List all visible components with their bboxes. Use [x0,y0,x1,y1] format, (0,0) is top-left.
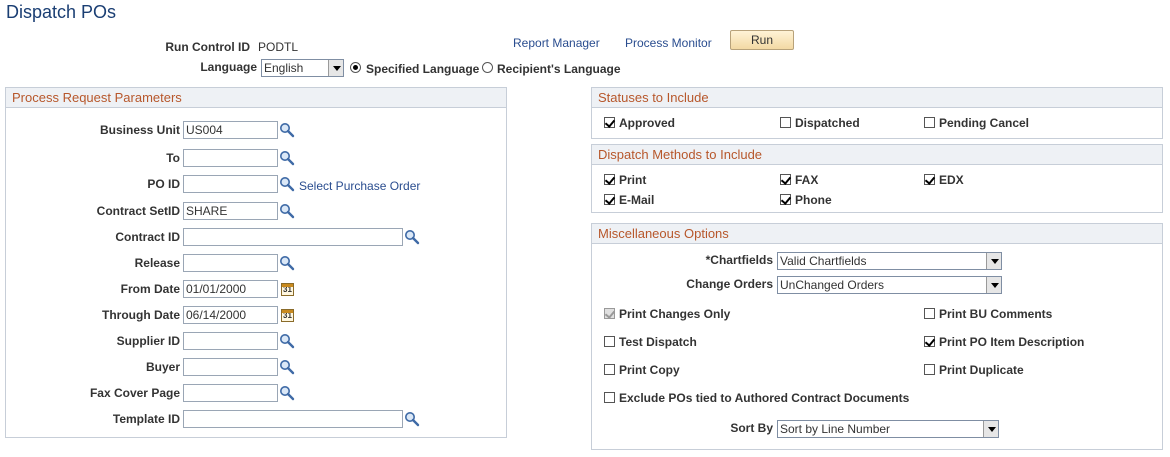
print-duplicate-label: Print Duplicate [939,363,1024,377]
pending-cancel-label: Pending Cancel [939,116,1030,130]
print-label: Print [619,173,647,187]
from-date-input[interactable]: 01/01/2000 [183,280,278,298]
phone-checkbox[interactable] [780,194,791,205]
run-button[interactable]: Run [730,30,794,50]
print-po-item-description-checkbox[interactable] [924,336,935,347]
language-select[interactable]: English [261,59,344,77]
fax-label: FAX [795,173,819,187]
print-copy-label: Print Copy [619,363,680,377]
recipient-language-radio[interactable] [482,62,493,73]
chartfields-select-value: Valid Chartfields [780,254,867,268]
language-label: Language [200,60,257,74]
edx-checkbox[interactable] [924,174,935,185]
contract-id-label: Contract ID [115,230,180,244]
dispatch-methods-group: Dispatch Methods to Include [591,144,1163,213]
through-date-label: Through Date [102,308,180,322]
sort-by-select-value: Sort by Line Number [780,422,891,436]
chevron-down-icon [328,60,343,76]
dispatch-methods-title: Dispatch Methods to Include [592,145,1162,165]
print-checkbox[interactable] [604,174,615,185]
edx-label: EDX [939,173,964,187]
run-control-label: Run Control ID [165,40,250,54]
magnifier-icon[interactable] [404,411,420,427]
magnifier-icon[interactable] [279,150,295,166]
print-changes-only-label: Print Changes Only [619,307,731,321]
page-title: Dispatch POs [6,2,117,22]
supplier-id-input[interactable] [183,332,278,350]
statuses-title: Statuses to Include [592,88,1162,108]
dispatched-label: Dispatched [795,116,860,130]
change-orders-select[interactable]: UnChanged Orders [777,276,1002,294]
business-unit-label: Business Unit [99,123,180,137]
buyer-input[interactable] [183,358,278,376]
change-orders-label: Change Orders [686,277,773,291]
calendar-icon[interactable]: 31 [281,283,294,296]
run-control-value: PODTL [258,40,299,54]
fax-cover-page-label: Fax Cover Page [89,386,180,400]
magnifier-icon[interactable] [279,122,295,138]
magnifier-icon[interactable] [279,333,295,349]
specified-language-label: Specified Language [366,62,480,76]
supplier-id-label: Supplier ID [116,334,180,348]
e-mail-label: E-Mail [619,193,655,207]
print-bu-comments-checkbox[interactable] [924,308,935,319]
chevron-down-icon [986,253,1001,269]
exclude-pos-tied-to-authored-contract-documents-checkbox[interactable] [604,392,615,403]
business-unit-input[interactable]: US004 [183,121,278,139]
print-duplicate-checkbox[interactable] [924,364,935,375]
contract-setid-input[interactable]: SHARE [183,202,278,220]
print-po-item-description-label: Print PO Item Description [939,335,1085,349]
magnifier-icon[interactable] [279,359,295,375]
process-request-title: Process Request Parameters [6,88,506,108]
statuses-group: Statuses to Include [591,87,1163,139]
calendar-icon[interactable]: 31 [281,309,294,322]
report-manager-link[interactable]: Report Manager [513,36,600,50]
chevron-down-icon [983,421,998,437]
po-id-label: PO ID [147,177,180,191]
contract-id-input[interactable] [183,228,403,246]
language-select-value: English [264,61,304,75]
chartfields-label: *Chartfields [705,253,773,267]
buyer-label: Buyer [145,360,180,374]
through-date-input[interactable]: 06/14/2000 [183,306,278,324]
sort-by-select[interactable]: Sort by Line Number [777,420,999,438]
magnifier-icon[interactable] [279,255,295,271]
to-label: To [166,151,180,165]
contract-setid-label: Contract SetID [96,204,180,218]
specified-language-radio[interactable] [350,62,361,73]
approved-checkbox[interactable] [604,117,615,128]
to-input[interactable] [183,149,278,167]
process-monitor-link[interactable]: Process Monitor [625,36,712,50]
print-changes-only-checkbox [604,308,615,319]
chartfields-select[interactable]: Valid Chartfields [777,252,1002,270]
print-bu-comments-label: Print BU Comments [939,307,1053,321]
po-id-input[interactable] [183,175,278,193]
select-purchase-order-link[interactable]: Select Purchase Order [299,179,420,193]
test-dispatch-label: Test Dispatch [619,335,697,349]
change-orders-select-value: UnChanged Orders [780,278,885,292]
template-id-input[interactable] [183,410,403,428]
from-date-label: From Date [120,282,180,296]
template-id-label: Template ID [112,412,180,426]
print-copy-checkbox[interactable] [604,364,615,375]
e-mail-checkbox[interactable] [604,194,615,205]
test-dispatch-checkbox[interactable] [604,336,615,347]
release-label: Release [134,256,180,270]
magnifier-icon[interactable] [404,229,420,245]
sort-by-label: Sort By [730,421,773,435]
misc-options-title: Miscellaneous Options [592,224,1162,244]
fax-checkbox[interactable] [780,174,791,185]
phone-label: Phone [795,193,832,207]
chevron-down-icon [986,277,1001,293]
recipient-language-label: Recipient's Language [497,62,621,76]
magnifier-icon[interactable] [279,385,295,401]
fax-cover-page-input[interactable] [183,384,278,402]
dispatched-checkbox[interactable] [780,117,791,128]
exclude-pos-tied-to-authored-contract-documents-label: Exclude POs tied to Authored Contract Do… [619,391,910,405]
approved-label: Approved [619,116,676,130]
pending-cancel-checkbox[interactable] [924,117,935,128]
magnifier-icon[interactable] [279,176,295,192]
magnifier-icon[interactable] [279,203,295,219]
release-input[interactable] [183,254,278,272]
